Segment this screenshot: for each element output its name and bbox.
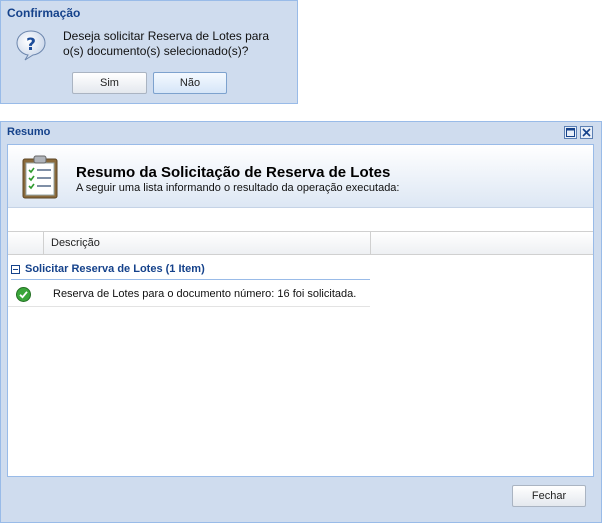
clipboard-checklist-icon [22, 155, 58, 199]
group-divider [11, 279, 370, 280]
summary-header: Resumo da Solicitação de Reserva de Lote… [8, 145, 593, 208]
resumo-window: Resumo Resumo da Solicitação de Reserva … [0, 121, 602, 523]
table-row[interactable]: Reserva de Lotes para o documento número… [8, 282, 370, 307]
summary-title: Resumo da Solicitação de Reserva de Lote… [76, 164, 391, 181]
confirmation-dialog: Confirmação ? Deseja solicitar Reserva d… [0, 0, 298, 104]
question-icon: ? [16, 30, 46, 61]
grid-header-filler [371, 232, 593, 254]
yes-button[interactable]: Sim [72, 72, 147, 94]
maximize-button[interactable] [564, 126, 577, 139]
svg-text:?: ? [26, 35, 36, 55]
summary-subtitle: A seguir uma lista informando o resultad… [76, 182, 400, 194]
no-button[interactable]: Não [153, 72, 227, 94]
window-title: Resumo [7, 126, 51, 138]
collapse-icon[interactable] [11, 264, 20, 274]
close-icon [582, 128, 591, 137]
grid-header-expander[interactable] [8, 232, 44, 254]
maximize-icon [566, 128, 575, 137]
resumo-content-panel: Resumo da Solicitação de Reserva de Lote… [7, 144, 594, 477]
dialog-title: Confirmação [7, 6, 81, 20]
grid-header-descricao[interactable]: Descrição [44, 232, 371, 254]
grid-header: Descrição [8, 231, 593, 255]
close-window-button[interactable]: Fechar [512, 485, 586, 507]
check-circle-icon [16, 286, 31, 302]
close-button[interactable] [580, 126, 593, 139]
row-description: Reserva de Lotes para o documento número… [53, 288, 357, 300]
group-label: Solicitar Reserva de Lotes (1 Item) [25, 263, 205, 275]
grid-group-row[interactable]: Solicitar Reserva de Lotes (1 Item) [11, 263, 205, 275]
dialog-message: Deseja solicitar Reserva de Lotes para o… [63, 29, 270, 58]
